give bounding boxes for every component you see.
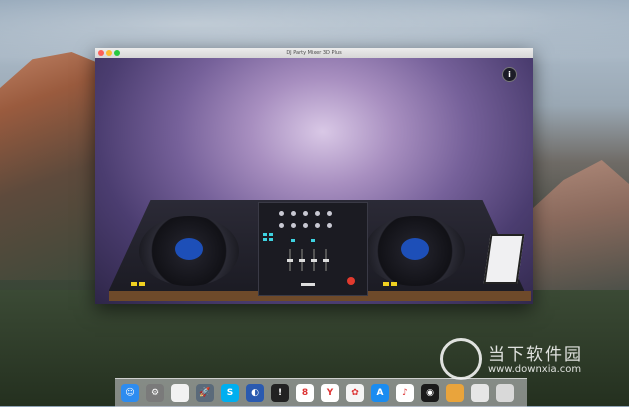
right-play-button[interactable]	[391, 282, 397, 286]
eq-knob[interactable]	[303, 223, 308, 228]
launchpad-icon[interactable]: 🚀	[196, 384, 214, 402]
eq-knob[interactable]	[291, 223, 296, 228]
document-icon[interactable]	[171, 384, 189, 402]
fader-cap[interactable]	[311, 259, 317, 262]
watermark-url: www.downxia.com	[488, 364, 582, 375]
dj-mixer-icon[interactable]: ◉	[421, 384, 439, 402]
eq-knob[interactable]	[279, 211, 284, 216]
fader-cap[interactable]	[299, 259, 305, 262]
watermark-text: 当下软件园	[488, 345, 583, 365]
left-play-button[interactable]	[139, 282, 145, 286]
eq-knob[interactable]	[291, 211, 296, 216]
tablet-device	[483, 234, 525, 284]
eq-knob[interactable]	[327, 211, 332, 216]
system-preferences-icon[interactable]: ⚙	[146, 384, 164, 402]
hot-cue-pad[interactable]	[269, 238, 273, 241]
hot-cue-pad[interactable]	[269, 233, 273, 236]
info-button[interactable]: i	[502, 67, 517, 82]
hot-cue-pad[interactable]	[263, 238, 267, 241]
eq-knob[interactable]	[315, 211, 320, 216]
left-turntable[interactable]	[139, 216, 239, 286]
fader-cap[interactable]	[323, 259, 329, 262]
yandex-icon[interactable]: Y	[321, 384, 339, 402]
photos-icon[interactable]: ✿	[346, 384, 364, 402]
level-meter	[291, 239, 295, 242]
spotlight-icon[interactable]: ◐	[246, 384, 264, 402]
skype-icon[interactable]: S	[221, 384, 239, 402]
app-store-icon[interactable]: A	[371, 384, 389, 402]
calendar-icon[interactable]: 8	[296, 384, 314, 402]
watermark: 当下软件园 www.downxia.com	[440, 338, 620, 380]
itunes-icon[interactable]: ♪	[396, 384, 414, 402]
crossfader[interactable]	[301, 283, 315, 286]
finder-icon[interactable]: ☺	[121, 384, 139, 402]
app-window: DJ Party Mixer 3D Plus i	[95, 48, 533, 304]
right-turntable[interactable]	[365, 216, 465, 286]
right-cue-button[interactable]	[383, 282, 389, 286]
right-vinyl-label	[401, 238, 429, 260]
dj-controller	[95, 194, 533, 304]
eq-knob[interactable]	[279, 223, 284, 228]
level-meter	[311, 239, 315, 242]
record-button[interactable]	[347, 277, 355, 285]
mixer-panel	[258, 202, 368, 296]
archive-icon[interactable]	[446, 384, 464, 402]
window-title: DJ Party Mixer 3D Plus	[286, 50, 342, 56]
dj-scene: i	[95, 58, 533, 304]
browser-window-icon[interactable]	[471, 384, 489, 402]
eq-knob[interactable]	[303, 211, 308, 216]
eq-knob[interactable]	[315, 223, 320, 228]
left-vinyl-label	[175, 238, 203, 260]
console-icon[interactable]: !	[271, 384, 289, 402]
eq-knob[interactable]	[327, 223, 332, 228]
left-cue-button[interactable]	[131, 282, 137, 286]
watermark-logo-icon	[440, 338, 482, 380]
trash-icon[interactable]	[496, 384, 514, 402]
fader-cap[interactable]	[287, 259, 293, 262]
hot-cue-pad[interactable]	[263, 233, 267, 236]
dock: ☺ ⚙ 🚀 S ◐! 8 Y ✿ A ♪ ◉	[115, 378, 527, 407]
